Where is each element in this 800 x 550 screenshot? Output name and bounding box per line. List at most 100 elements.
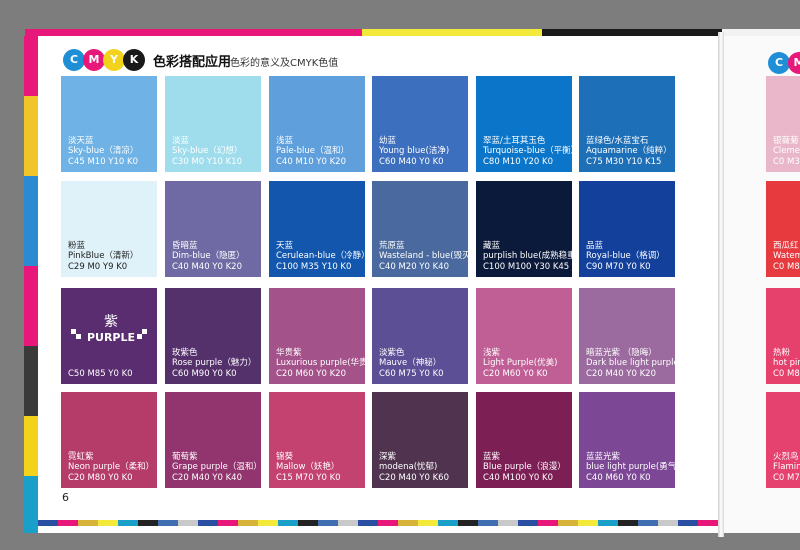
strip-segment (438, 520, 458, 526)
color-swatch: 华贵紫 Luxurious purple(华贵) C20 M60 Y0 K20 (269, 288, 371, 384)
swatch-name-en: purplish blue(成熟稳重) (483, 251, 579, 261)
swatch-name-en: hot pin (773, 358, 800, 368)
strip-segment (658, 520, 678, 526)
swatch-name-en: Grape purple（温和） (172, 462, 262, 472)
c-letter: C (69, 53, 79, 66)
swatch-cmyk: C0 M3 (773, 156, 800, 167)
swatch-name-cn: 藏蓝 (483, 240, 501, 251)
swatch-name-cn: 蓝紫 (483, 451, 501, 462)
swatch-name-cn: 淡蓝 (172, 135, 190, 146)
right-color-swatch: 火烈鸟 Flamin C0 M7 (766, 392, 800, 488)
swatch-label: 深紫 modena(忧郁) C20 M40 Y0 K60 (379, 452, 466, 484)
swatch-name-cn: 锦葵 (276, 451, 294, 462)
m-letter: M (793, 56, 800, 69)
swatch-name-cn: 暗蓝光紫 （隐晦） (586, 347, 657, 358)
color-swatch: 蓝绿色/水蓝宝石 Aquamarine（纯粹） C75 M30 Y10 K15 (579, 76, 675, 172)
swatch-label: 品蓝 Royal-blue（格调） C90 M70 Y0 K0 (586, 241, 673, 273)
edge-segment (24, 266, 38, 346)
swatch-name-cn: 银薇菊 (773, 135, 799, 146)
strip-segment (178, 520, 198, 526)
strip-segment (238, 520, 258, 526)
strip-segment (298, 520, 318, 526)
swatch-name-en: Neon purple（柔和） (68, 462, 155, 472)
swatch-name-cn: 浅紫 (483, 347, 501, 358)
swatch-cmyk: C100 M100 Y30 K45 (483, 261, 570, 272)
strip-segment (218, 520, 238, 526)
strip-segment (698, 520, 718, 526)
color-swatch: 品蓝 Royal-blue（格调） C90 M70 Y0 K0 (579, 181, 675, 277)
strip-segment (138, 520, 158, 526)
edge-segment (24, 176, 38, 266)
swatch-label: 淡紫色 Mauve（神秘） C60 M75 Y0 K0 (379, 348, 466, 380)
swatch-name-en: Flamin (773, 462, 800, 472)
color-swatch: 蓝蓝光紫 blue light purple(勇气) C40 M60 Y0 K0 (579, 392, 680, 488)
strip-segment (278, 520, 298, 526)
swatch-name-en: Wasteland - blue(毁灭) (379, 251, 474, 261)
swatch-name-en: Dim-blue（隐匿） (172, 251, 245, 261)
color-swatch: 翠蓝/土耳其玉色 Turquoise-blue（平衡） C80 M10 Y20 K0 (476, 76, 580, 172)
swatch-cmyk: C20 M40 Y0 K40 (172, 472, 242, 483)
swatch-name-en: blue light purple(勇气) (586, 462, 680, 472)
color-swatch: 天蓝 Cerulean-blue（冷静） C100 M35 Y10 K0 (269, 181, 370, 277)
strip-segment (578, 520, 598, 526)
swatch-cmyk: C60 M40 Y0 K0 (379, 156, 444, 167)
swatch-cmyk: C40 M10 Y0 K20 (276, 156, 346, 167)
swatch-name-en: Young blue(洁净) (379, 146, 450, 156)
swatch-label: 粉蓝 PinkBlue（清新） C29 M0 Y9 K0 (68, 241, 155, 273)
edge-segment (24, 416, 38, 476)
color-swatch: 蓝紫 Blue purple（浪漫） C40 M100 Y0 K0 (476, 392, 572, 488)
swatch-cmyk: C40 M60 Y0 K0 (586, 472, 651, 483)
swatch-cmyk: C80 M10 Y20 K0 (483, 156, 553, 167)
swatch-name-en: PinkBlue（清新） (68, 251, 139, 261)
color-swatch: 浅蓝 Pale-blue（温和） C40 M10 Y0 K20 (269, 76, 365, 172)
swatch-cmyk: C20 M40 Y0 K60 (379, 472, 449, 483)
color-swatch: 葡萄紫 Grape purple（温和） C20 M40 Y0 K40 (165, 392, 262, 488)
strip-segment (338, 520, 358, 526)
cyan-circle-icon: C (768, 52, 790, 74)
swatch-label: 天蓝 Cerulean-blue（冷静） C100 M35 Y10 K0 (276, 241, 370, 273)
swatch-label: C50 M85 Y0 K0 (68, 369, 155, 380)
swatch-name-en: Aquamarine（纯粹） (586, 146, 672, 156)
left-page-edge (24, 36, 38, 533)
swatch-name-en: Dark blue light purple (586, 358, 679, 368)
right-color-swatch: 西瓜红 Watem C0 M8 (766, 181, 800, 277)
swatch-name-en: Cerulean-blue（冷静） (276, 251, 370, 261)
strip-segment (318, 520, 338, 526)
swatch-name-cn: 西瓜红 (773, 240, 799, 251)
strip-segment (118, 520, 138, 526)
swatch-name-cn: 幼蓝 (379, 135, 397, 146)
book-spine (718, 32, 724, 537)
magenta-circle-icon: M (83, 49, 105, 71)
strip-segment (378, 520, 398, 526)
color-swatch: 锦葵 Mallow（妖艳） C15 M70 Y0 K0 (269, 392, 365, 488)
logo-char: 紫 (104, 314, 118, 330)
edge-segment (24, 346, 38, 416)
c-letter: C (774, 56, 784, 69)
strip-segment (258, 520, 278, 526)
bottom-color-strip (38, 520, 720, 526)
color-swatch: 浅紫 Light Purple(优美) C20 M60 Y0 K0 (476, 288, 572, 384)
swatch-label: 热粉 hot pin C0 M8 (773, 348, 800, 380)
edge-segment (24, 36, 38, 96)
swatch-name-en: Mallow（妖艳） (276, 462, 340, 472)
swatch-name-en: Sky-blue（幻想） (172, 146, 243, 156)
swatch-name-en: Turquoise-blue（平衡） (483, 146, 580, 156)
y-letter: Y (110, 53, 118, 66)
swatch-label: 蓝紫 Blue purple（浪漫） C40 M100 Y0 K0 (483, 452, 570, 484)
color-swatch: 淡蓝 Sky-blue（幻想） C30 M0 Y10 K10 (165, 76, 261, 172)
black-circle-icon: K (123, 49, 145, 71)
swatch-label: 霓虹紫 Neon purple（柔和） C20 M80 Y0 K0 (68, 452, 155, 484)
strip-segment (618, 520, 638, 526)
strip-segment (158, 520, 178, 526)
swatch-name-cn: 蓝蓝光紫 (586, 451, 621, 462)
strip-segment (598, 520, 618, 526)
swatch-cmyk: C0 M7 (773, 472, 800, 483)
color-swatch: 粉蓝 PinkBlue（清新） C29 M0 Y9 K0 (61, 181, 157, 277)
color-swatch: 深紫 modena(忧郁) C20 M40 Y0 K60 (372, 392, 468, 488)
swatch-name-en: modena(忧郁) (379, 462, 438, 472)
swatch-cmyk: C40 M20 Y0 K40 (379, 261, 449, 272)
color-swatch: 暗蓝光紫 （隐晦） Dark blue light purple C20 M40 Y… (579, 288, 679, 384)
strip-segment (358, 520, 378, 526)
swatch-cmyk: C40 M40 Y0 K20 (172, 261, 242, 272)
color-swatch: 紫 PURPLE C50 M85 Y0 K0 (61, 288, 157, 384)
